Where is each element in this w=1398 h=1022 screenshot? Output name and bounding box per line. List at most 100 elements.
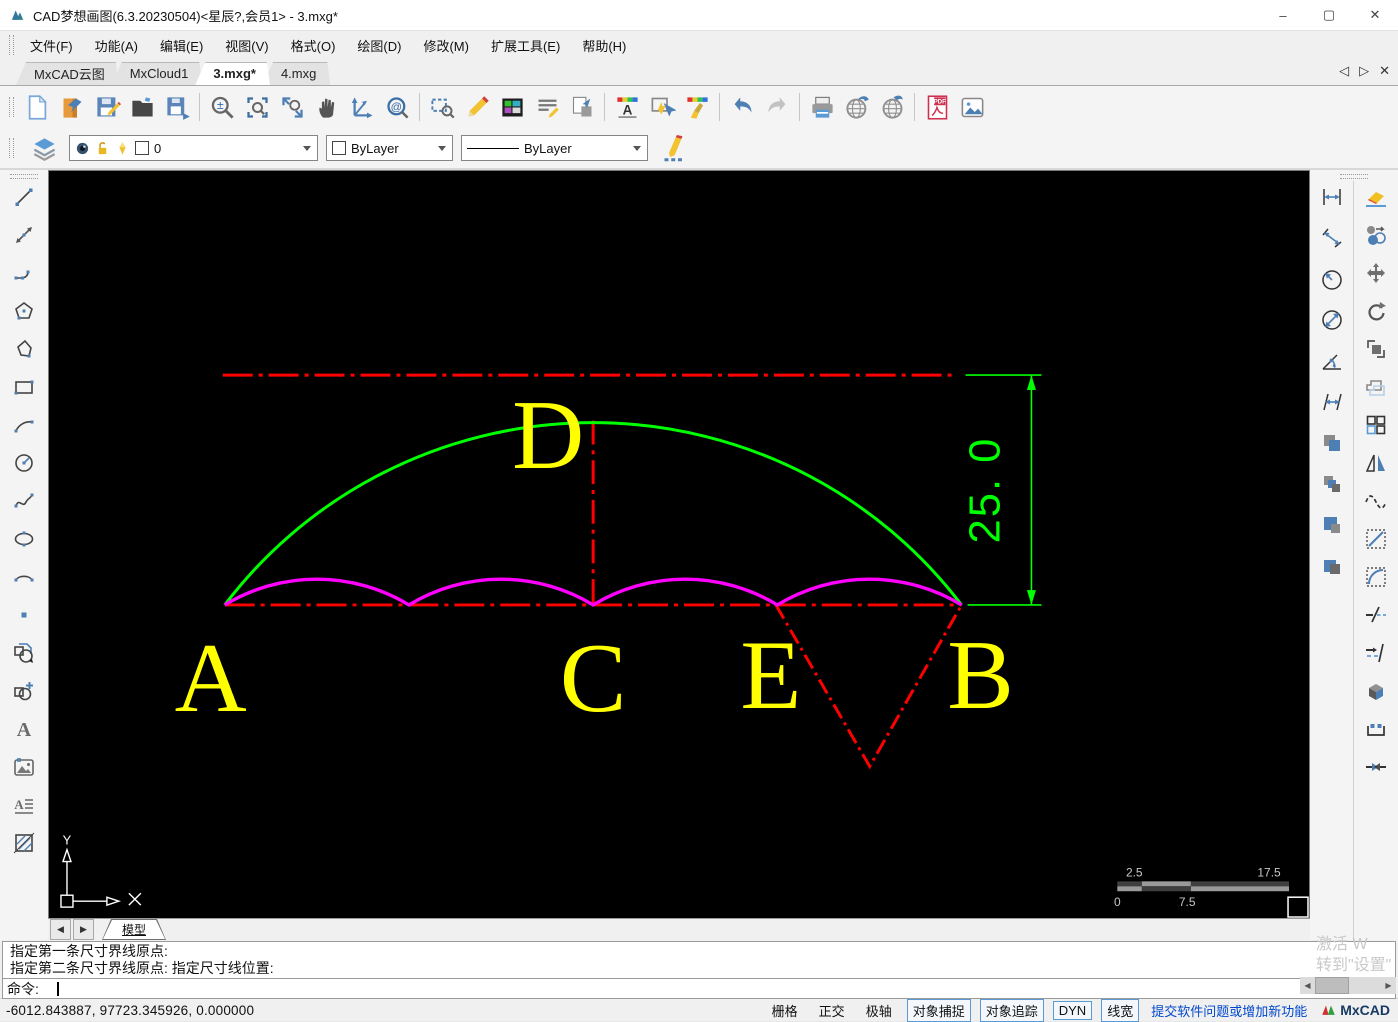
linetype-combo-caret[interactable] <box>628 136 645 160</box>
toggle-ortho[interactable]: 正交 <box>813 1000 851 1021</box>
color-combobox[interactable]: ByLayer <box>326 135 453 161</box>
insert-block-button[interactable] <box>6 637 42 669</box>
open-folder-button[interactable] <box>125 90 159 124</box>
join-button[interactable] <box>1358 751 1394 783</box>
menu-draw[interactable]: 绘图(D) <box>346 32 412 59</box>
trim-button[interactable] <box>1358 599 1394 631</box>
open-cloud-button[interactable] <box>55 90 89 124</box>
layer-combo-caret[interactable] <box>298 136 315 160</box>
tab-3mxg[interactable]: 3.mxg* <box>195 62 270 85</box>
tab-next-button[interactable]: ▷ <box>1359 63 1369 79</box>
polygon-button[interactable] <box>6 295 42 327</box>
model-tab[interactable]: 模型 <box>102 919 166 940</box>
close-button[interactable]: ✕ <box>1352 0 1398 30</box>
save-button[interactable] <box>90 90 124 124</box>
menu-format[interactable]: 格式(O) <box>280 32 347 59</box>
undo-button[interactable] <box>725 90 759 124</box>
menu-file[interactable]: 文件(F) <box>19 32 84 59</box>
hatch-button[interactable] <box>6 827 42 859</box>
layer-combobox[interactable]: 0 <box>69 135 318 161</box>
toggle-grid[interactable]: 栅格 <box>766 1000 804 1021</box>
select-zoom-button[interactable] <box>425 90 459 124</box>
ellipse-button[interactable] <box>6 523 42 555</box>
toggle-dyn[interactable]: DYN <box>1052 1000 1093 1020</box>
polyline-button[interactable] <box>6 257 42 289</box>
create-block-button[interactable] <box>6 675 42 707</box>
dim-aligned-button[interactable] <box>1314 222 1350 254</box>
image-button[interactable] <box>6 751 42 783</box>
tab-close-button[interactable]: ✕ <box>1379 63 1390 79</box>
label-e[interactable]: E <box>740 619 801 730</box>
offset-button[interactable] <box>1358 371 1394 403</box>
color-combo-caret[interactable] <box>433 136 450 160</box>
toggle-lineweight[interactable]: 线宽 <box>1101 998 1140 1022</box>
toolbar-grip[interactable] <box>1340 174 1368 179</box>
tab-mxcad-cloud[interactable]: MxCAD云图 <box>16 62 119 85</box>
new-file-button[interactable] <box>20 90 54 124</box>
dim-linear-button[interactable] <box>1314 181 1350 213</box>
ellipse-arc-button[interactable] <box>6 561 42 593</box>
zoom-extents-button[interactable] <box>275 90 309 124</box>
extend-button[interactable] <box>1358 637 1394 669</box>
rotate-button[interactable] <box>1358 295 1394 327</box>
dim-diameter-button[interactable] <box>1314 304 1350 336</box>
text-button[interactable]: A <box>6 713 42 745</box>
quick-select-button[interactable] <box>645 90 679 124</box>
dim-baseline-button[interactable] <box>1314 386 1350 418</box>
toolbar-grip[interactable] <box>9 138 14 158</box>
export-pdf-button[interactable]: PDF <box>920 90 954 124</box>
toggle-polar[interactable]: 极轴 <box>860 1000 898 1021</box>
dim-radius-button[interactable] <box>1314 263 1350 295</box>
page-copy-button[interactable] <box>565 90 599 124</box>
scrollbar-thumb[interactable] <box>1315 977 1349 994</box>
array-button[interactable] <box>1358 409 1394 441</box>
tab-4mxg[interactable]: 4.mxg <box>263 62 330 85</box>
color-palette-button[interactable] <box>495 90 529 124</box>
menu-function[interactable]: 功能(A) <box>84 32 149 59</box>
lengthen-button[interactable] <box>1358 523 1394 555</box>
pan-button[interactable] <box>310 90 344 124</box>
command-scrollbar[interactable]: ◀ ▶ <box>1300 977 1396 994</box>
dim-angular-button[interactable] <box>1314 345 1350 377</box>
scroll-left-button[interactable]: ◀ <box>1300 977 1315 994</box>
mirror-button[interactable] <box>1358 447 1394 479</box>
paste-clip-button[interactable] <box>1314 509 1350 541</box>
toggle-osnap[interactable]: 对象捕捉 <box>906 998 971 1022</box>
text-style-button[interactable]: A <box>610 90 644 124</box>
redo-button[interactable] <box>760 90 794 124</box>
rectangle-button[interactable] <box>6 371 42 403</box>
construction-line-button[interactable] <box>6 219 42 251</box>
mtext-button[interactable]: A <box>6 789 42 821</box>
point-button[interactable] <box>6 599 42 631</box>
zoom-adjust-button[interactable]: ± <box>205 90 239 124</box>
toolbar-grip[interactable] <box>10 174 38 179</box>
menu-modify[interactable]: 修改(M) <box>412 32 480 59</box>
match-properties-button[interactable] <box>680 90 714 124</box>
linetype-edit-button[interactable] <box>656 131 690 165</box>
zoom-window-button[interactable] <box>240 90 274 124</box>
label-b[interactable]: B <box>947 619 1014 730</box>
command-input[interactable]: 命令: <box>2 979 1396 999</box>
dimension-text[interactable]: 25. 0 <box>960 437 1009 544</box>
menu-help[interactable]: 帮助(H) <box>571 32 637 59</box>
irregular-polygon-button[interactable] <box>6 333 42 365</box>
linetype-combobox[interactable]: ByLayer <box>461 135 648 161</box>
command-history[interactable]: 指定第一条尺寸界线原点: 指定第二条尺寸界线原点: 指定尺寸线位置: <box>2 941 1396 979</box>
move-button[interactable] <box>1358 257 1394 289</box>
arc-button[interactable] <box>6 409 42 441</box>
label-c[interactable]: C <box>560 622 627 733</box>
paste-block-button[interactable] <box>1314 550 1350 582</box>
menu-express-tools[interactable]: 扩展工具(E) <box>480 32 571 59</box>
layout-prev-button[interactable]: ◀ <box>50 919 71 940</box>
menubar-grip[interactable] <box>9 35 14 55</box>
open-web-button[interactable] <box>875 90 909 124</box>
circle-button[interactable] <box>6 447 42 479</box>
copy-object-button[interactable] <box>1358 219 1394 251</box>
scroll-right-button[interactable]: ▶ <box>1381 977 1396 994</box>
scrollbar-track[interactable] <box>1349 977 1381 994</box>
label-a[interactable]: A <box>175 622 247 733</box>
spline-button[interactable] <box>6 485 42 517</box>
centerline-v-shape[interactable] <box>774 604 963 770</box>
tab-prev-button[interactable]: ◁ <box>1339 63 1349 79</box>
break-button[interactable] <box>1358 713 1394 745</box>
